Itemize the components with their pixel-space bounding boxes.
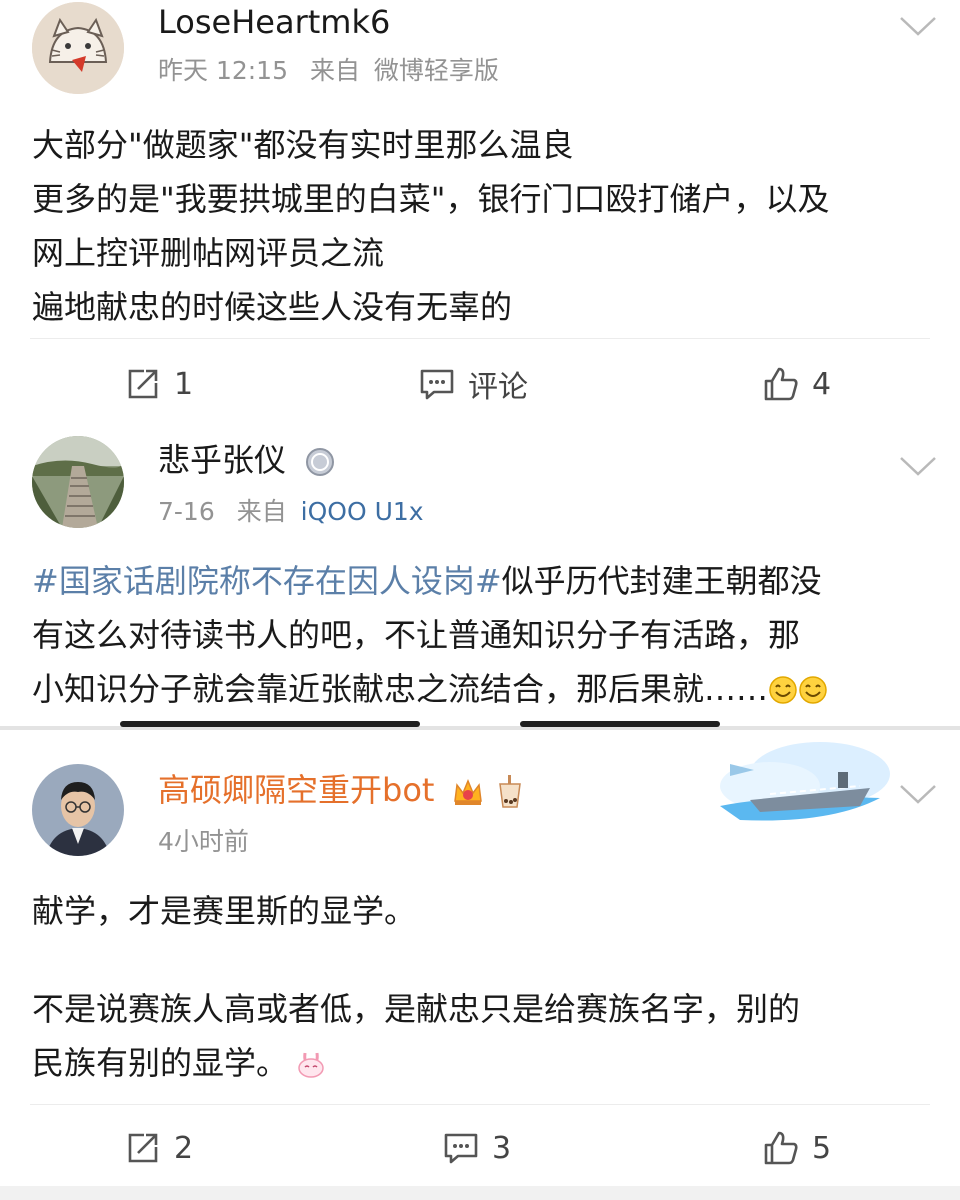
text-line: 不是说赛族人高或者低，是献忠只是给赛族名字，别的: [32, 990, 801, 1028]
chevron-down-icon[interactable]: [898, 782, 938, 806]
source-prefix: 来自: [309, 56, 360, 85]
comment-button[interactable]: 3: [442, 1126, 511, 1170]
like-count: 4: [812, 366, 832, 402]
post-meta: 昨天 12:15 来自 微博轻享版: [158, 55, 499, 87]
repost-icon: [128, 369, 158, 399]
comment-icon: [420, 369, 454, 400]
source-client[interactable]: 微博轻享版: [374, 56, 499, 85]
text-line: 遍地献忠的时候这些人没有无辜的: [32, 288, 513, 326]
smile-emoji: [769, 676, 797, 704]
username[interactable]: LoseHeartmk6: [158, 2, 390, 42]
username: 悲乎张仪: [158, 440, 336, 480]
repost-button[interactable]: 1: [124, 362, 193, 406]
text-line: 小知识分子就会靠近张献忠之流结合，那后果就……: [32, 662, 932, 716]
comment-button[interactable]: 评论: [418, 362, 528, 406]
text-segment: 民族有别的显学。: [32, 1044, 289, 1082]
avatar[interactable]: [32, 436, 124, 528]
source-prefix: 来自: [236, 497, 287, 526]
overlay-stroke: [520, 721, 720, 727]
medal-icon: [306, 448, 335, 476]
like-icon: [764, 1131, 798, 1165]
post-text: 献学，才是赛里斯的显学。 不是说赛族人高或者低，是献忠只是给赛族名字，别的 民族…: [32, 884, 932, 1090]
username: 高硕卿隔空重开bot: [158, 770, 525, 810]
repost-count: 1: [174, 366, 194, 402]
carrier-banner: [720, 742, 890, 821]
like-button[interactable]: 4: [762, 362, 831, 406]
text-line: 民族有别的显学。: [32, 1036, 932, 1090]
post-time: 昨天 12:15: [158, 56, 288, 85]
comment-count: 3: [492, 1130, 512, 1166]
text-segment: 小知识分子就会靠近张献忠之流结合，那后果就……: [32, 670, 769, 708]
chevron-down-icon[interactable]: [898, 14, 938, 38]
post-time: 4小时前: [158, 827, 249, 856]
like-count: 5: [812, 1130, 832, 1166]
bottom-spacer: [0, 1186, 960, 1200]
divider: [30, 338, 930, 339]
post-text: 大部分"做题家"都没有实时里那么温良 更多的是"我要拱城里的白菜"，银行门口殴打…: [32, 118, 932, 334]
repost-count: 2: [174, 1130, 194, 1166]
post-meta: 4小时前: [158, 826, 249, 858]
bubble-tea-icon: [498, 775, 521, 808]
username-text[interactable]: 悲乎张仪: [158, 441, 286, 479]
text-line: 有这么对待读书人的吧，不让普通知识分子有活路，那: [32, 616, 801, 654]
weibo-post: 高硕卿隔空重开bot 4小时前 献学，才是赛里斯的显学。 不是说赛族人高或者低，…: [0, 730, 960, 1200]
username-text[interactable]: 高硕卿隔空重开bot: [158, 771, 434, 809]
text-line: 大部分"做题家"都没有实时里那么温良: [32, 126, 574, 164]
chevron-down-icon[interactable]: [898, 454, 938, 478]
divider: [30, 1104, 930, 1105]
weibo-post: 悲乎张仪 7-16 来自 iQOO U1x #国家话剧院称不存在因人设岗#似乎历…: [0, 420, 960, 726]
repost-button[interactable]: 2: [124, 1126, 193, 1170]
smile-emoji: [799, 676, 827, 704]
like-button[interactable]: 5: [762, 1126, 831, 1170]
text-line: 网上控评删帖网评员之流: [32, 234, 385, 272]
text-line: 献学，才是赛里斯的显学。: [32, 892, 417, 930]
post-text: #国家话剧院称不存在因人设岗#似乎历代封建王朝都没 有这么对待读书人的吧，不让普…: [32, 554, 932, 716]
text-line: [32, 938, 932, 982]
post-meta: 7-16 来自 iQOO U1x: [158, 496, 424, 528]
bunny-emoji: [298, 1052, 324, 1078]
comment-label: 评论: [468, 370, 528, 405]
weibo-post: LoseHeartmk6 昨天 12:15 来自 微博轻享版 大部分"做题家"都…: [0, 0, 960, 420]
like-icon: [764, 367, 798, 401]
crown-icon: [453, 779, 482, 805]
overlay-stroke: [120, 721, 420, 727]
topic-link[interactable]: #国家话剧院称不存在因人设岗#: [32, 562, 502, 600]
post-time: 7-16: [158, 497, 215, 526]
avatar[interactable]: [32, 764, 124, 856]
repost-icon: [128, 1133, 158, 1163]
comment-icon: [444, 1133, 478, 1164]
text-line: 更多的是"我要拱城里的白菜"，银行门口殴打储户，以及: [32, 180, 830, 218]
text-segment: 似乎历代封建王朝都没: [501, 562, 822, 600]
text-line: #国家话剧院称不存在因人设岗#似乎历代封建王朝都没: [32, 554, 932, 608]
source-client[interactable]: iQOO U1x: [301, 497, 424, 526]
avatar[interactable]: [32, 2, 124, 94]
